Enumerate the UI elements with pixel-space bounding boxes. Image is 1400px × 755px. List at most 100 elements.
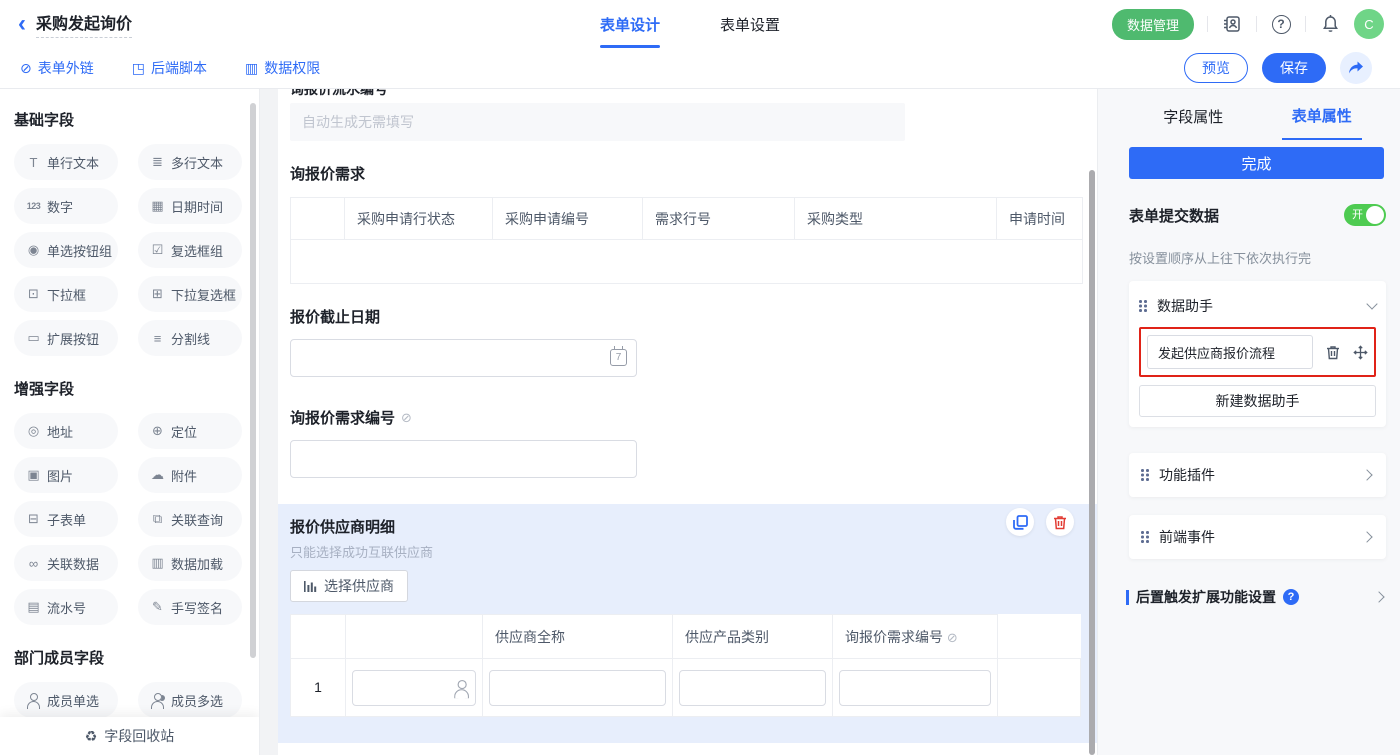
attachment-icon: ☁ [150, 467, 165, 483]
helper-flow-item[interactable]: 发起供应商报价流程 [1147, 335, 1313, 369]
tab-form-design[interactable]: 表单设计 [600, 0, 660, 48]
field-subform[interactable]: ⊟子表单 [14, 501, 118, 537]
app-header: ‹ 采购发起询价 表单设计 表单设置 数据管理 ? C [0, 0, 1400, 48]
field-multi-text[interactable]: ≣多行文本 [138, 144, 242, 180]
share-button[interactable] [1340, 52, 1372, 84]
canvas-scrollbar[interactable] [1089, 170, 1095, 755]
data-permission-link[interactable]: ▥数据权限 [245, 58, 320, 78]
move-helper-button[interactable] [1353, 345, 1368, 360]
field-relation-data[interactable]: ∞关联数据 [14, 545, 118, 581]
drag-handle-icon[interactable] [1141, 531, 1149, 543]
auto-serial-input[interactable] [290, 103, 905, 141]
field-recycle-bin[interactable]: ♻ 字段回收站 [0, 717, 259, 755]
request-no-label: 询报价需求编号⊘ [290, 407, 1097, 428]
signature-icon: ✎ [150, 599, 165, 615]
field-locate[interactable]: ⊕定位 [138, 413, 242, 449]
field-image[interactable]: ▣图片 [14, 457, 118, 493]
person-icon [26, 693, 40, 707]
supplier-category-input[interactable] [679, 670, 826, 706]
field-datetime[interactable]: ▦日期时间 [138, 188, 242, 224]
field-serial-number[interactable]: ▤流水号 [14, 589, 118, 625]
back-icon[interactable]: ‹ [18, 14, 26, 34]
field-divider[interactable]: ≡分割线 [138, 320, 242, 356]
checkbox-icon: ☑ [150, 242, 165, 258]
help-icon[interactable]: ? [1270, 13, 1292, 35]
question-badge-icon[interactable]: ? [1283, 589, 1299, 605]
locate-icon: ⊕ [150, 423, 165, 439]
sidebar-scrollbar[interactable] [250, 103, 256, 658]
field-address[interactable]: ◎地址 [14, 413, 118, 449]
preview-button[interactable]: 预览 [1184, 53, 1248, 83]
delete-helper-button[interactable] [1326, 345, 1340, 360]
calendar-icon: 7 [610, 349, 627, 366]
submit-data-title: 表单提交数据 [1129, 205, 1219, 226]
person-icon [453, 679, 469, 695]
drag-handle-icon[interactable] [1141, 469, 1149, 481]
tab-form-settings[interactable]: 表单设置 [720, 0, 780, 48]
field-checkbox-group[interactable]: ☑复选框组 [138, 232, 242, 268]
data-helper-card: 数据助手 发起供应商报价流程 新建数据助手 [1129, 281, 1386, 427]
backend-script-link[interactable]: ◳后端脚本 [132, 58, 207, 78]
field-ext-button[interactable]: ▭扩展按钮 [14, 320, 118, 356]
duplicate-subform-button[interactable] [1006, 508, 1034, 536]
row-index: 1 [314, 679, 322, 695]
supplier-name-input[interactable] [489, 670, 666, 706]
field-multi-select[interactable]: ⊞下拉复选框 [138, 276, 242, 312]
submit-data-toggle[interactable]: 开 [1344, 204, 1386, 226]
subform-icon: ⊟ [26, 511, 41, 527]
deadline-label: 报价截止日期 [290, 306, 1097, 327]
field-number[interactable]: 123数字 [14, 188, 118, 224]
section-title: 部门成员字段 [14, 647, 245, 668]
form-external-link[interactable]: ⊘表单外链 [20, 58, 94, 78]
avatar[interactable]: C [1354, 9, 1384, 39]
tab-form-properties[interactable]: 表单属性 [1258, 90, 1387, 140]
supplier-request-no-input[interactable] [839, 670, 991, 706]
link-icon: ⊘ [20, 60, 32, 77]
data-helper-header[interactable]: 数据助手 [1139, 289, 1376, 323]
request-no-input[interactable] [290, 440, 637, 478]
field-relation-query[interactable]: ⧉关联查询 [138, 501, 242, 537]
post-trigger-section[interactable]: 后置触发扩展功能设置 ? [1126, 587, 1386, 607]
field-radio-group[interactable]: ◉单选按钮组 [14, 232, 118, 268]
deadline-date-input[interactable] [290, 339, 637, 377]
number-icon: 123 [26, 201, 41, 211]
field-member-single[interactable]: 成员单选 [14, 682, 118, 718]
supplier-table: 供应商全称 供应产品类别 询报价需求编号 ⊘ 1 [290, 614, 1081, 717]
divider [1207, 16, 1208, 32]
page-title[interactable]: 采购发起询价 [36, 10, 132, 38]
plugin-card[interactable]: 功能插件 [1129, 453, 1386, 497]
supplier-subform: 报价供应商明细 只能选择成功互联供应商 选择供应商 供应商全称 供应产品类别 [278, 504, 1097, 743]
field-signature[interactable]: ✎手写签名 [138, 589, 242, 625]
multi-select-icon: ⊞ [150, 286, 165, 302]
eye-off-icon: ⊘ [401, 410, 412, 426]
header-tabs: 表单设计 表单设置 [600, 0, 780, 48]
done-button[interactable]: 完成 [1129, 147, 1384, 179]
order-hint-text: 按设置顺序从上往下依次执行完 [1129, 248, 1386, 267]
highlighted-helper-item: 发起供应商报价流程 [1139, 327, 1376, 377]
frontend-event-card[interactable]: 前端事件 [1129, 515, 1386, 559]
delete-subform-button[interactable] [1046, 508, 1074, 536]
copy-icon [1013, 515, 1028, 530]
notification-bell-icon[interactable] [1319, 13, 1341, 35]
save-button[interactable]: 保存 [1262, 53, 1326, 83]
field-data-load[interactable]: ▥数据加载 [138, 545, 242, 581]
script-icon: ◳ [132, 60, 145, 77]
field-member-multi[interactable]: 成员多选 [138, 682, 242, 718]
request-table-label: 询报价需求 [290, 163, 1097, 184]
select-supplier-button[interactable]: 选择供应商 [290, 570, 408, 602]
chevron-right-icon [1373, 591, 1384, 602]
request-table-header: 采购申请行状态 采购申请编号 需求行号 采购类型 申请时间 [291, 198, 1083, 240]
data-manage-button[interactable]: 数据管理 [1112, 9, 1194, 40]
divider [1305, 16, 1306, 32]
tab-field-properties[interactable]: 字段属性 [1129, 91, 1258, 139]
people-icon [150, 693, 164, 707]
contact-book-icon[interactable] [1221, 13, 1243, 35]
data-load-icon: ▥ [150, 555, 165, 571]
field-single-text[interactable]: T单行文本 [14, 144, 118, 180]
field-select[interactable]: ⊡下拉框 [14, 276, 118, 312]
button-icon: ▭ [26, 330, 41, 346]
new-data-helper-button[interactable]: 新建数据助手 [1139, 385, 1376, 417]
drag-handle-icon[interactable] [1139, 300, 1147, 312]
field-attachment[interactable]: ☁附件 [138, 457, 242, 493]
calendar-icon: ▦ [150, 198, 165, 214]
